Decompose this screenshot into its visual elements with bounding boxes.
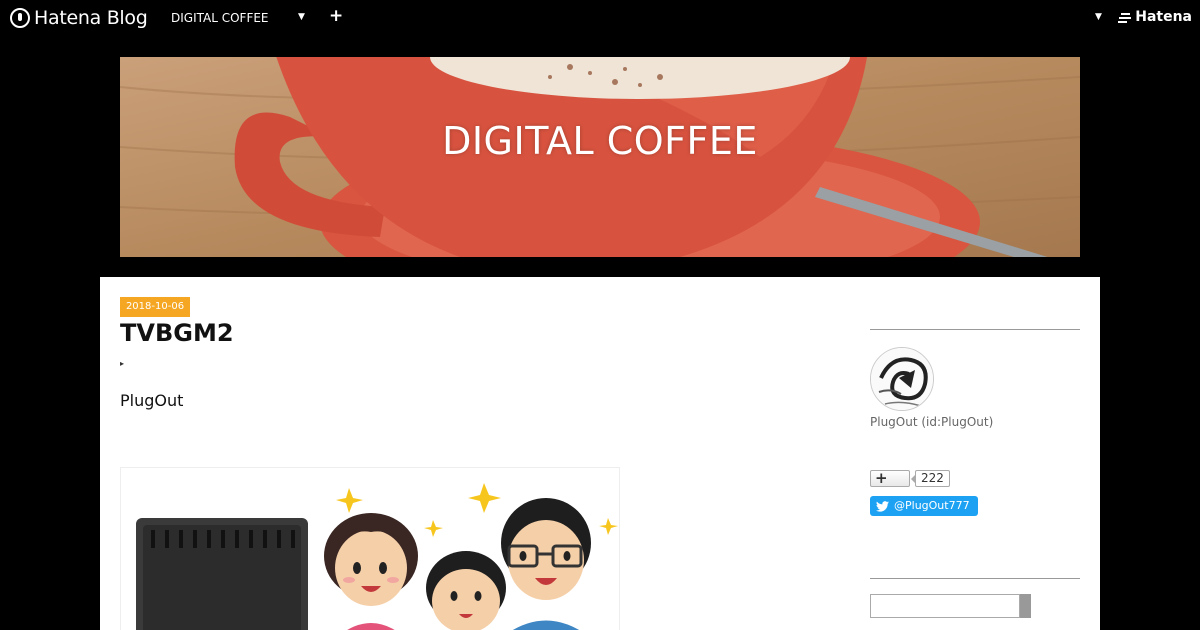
- blog-menu-chevron-down-icon[interactable]: ▼: [298, 12, 305, 22]
- entry-title[interactable]: TVBGM2: [120, 319, 234, 347]
- logo-text: Hatena Blog: [34, 7, 148, 29]
- twitter-bird-icon: [876, 500, 889, 512]
- family-watching-tv-illustration: [136, 483, 618, 630]
- sidebar-divider: [870, 578, 1080, 579]
- entry-date-badge[interactable]: 2018-10-06: [120, 297, 190, 317]
- add-button[interactable]: +: [329, 6, 343, 26]
- plus-icon: +: [875, 469, 888, 487]
- global-header: Hatena Blog DIGITAL COFFEE ▼ + ▼ Hatena: [0, 0, 1200, 38]
- blog-name-link[interactable]: DIGITAL COFFEE: [171, 11, 269, 25]
- hatena-menu-button[interactable]: Hatena: [1118, 9, 1192, 25]
- hatena-blog-logo[interactable]: Hatena Blog: [10, 7, 148, 29]
- user-menu-chevron-down-icon[interactable]: ▼: [1095, 12, 1102, 22]
- subscribe-widget: + 222: [870, 469, 950, 487]
- twitter-follow-button[interactable]: @PlugOut777: [870, 496, 978, 516]
- profile-name-link[interactable]: PlugOut (id:PlugOut): [870, 415, 993, 429]
- twitter-handle: @PlugOut777: [894, 499, 970, 512]
- hatena-text: Hatena: [1135, 9, 1192, 25]
- hatena-bars-icon: [1118, 12, 1132, 23]
- entry-author: PlugOut: [120, 391, 184, 410]
- expand-triangle-icon[interactable]: ▸: [120, 359, 124, 368]
- search-button[interactable]: [1020, 594, 1031, 618]
- blog-title[interactable]: DIGITAL COFFEE: [120, 119, 1080, 163]
- avatar-image: [871, 348, 933, 410]
- main-content: 2018-10-06 TVBGM2 ▸ PlugOut PlugOut (id:…: [100, 277, 1100, 630]
- subscribe-button[interactable]: +: [870, 469, 910, 487]
- hatena-logo-icon: [10, 8, 30, 28]
- search-input[interactable]: [870, 594, 1020, 618]
- subscriber-count[interactable]: 222: [911, 470, 950, 487]
- sidebar-divider: [870, 329, 1080, 330]
- sidebar: PlugOut (id:PlugOut) + 222 @PlugOut777: [870, 277, 1080, 630]
- profile-avatar[interactable]: [870, 347, 934, 411]
- blog-header-image[interactable]: DIGITAL COFFEE: [120, 57, 1080, 257]
- entry-eyecatch-image: [120, 467, 620, 630]
